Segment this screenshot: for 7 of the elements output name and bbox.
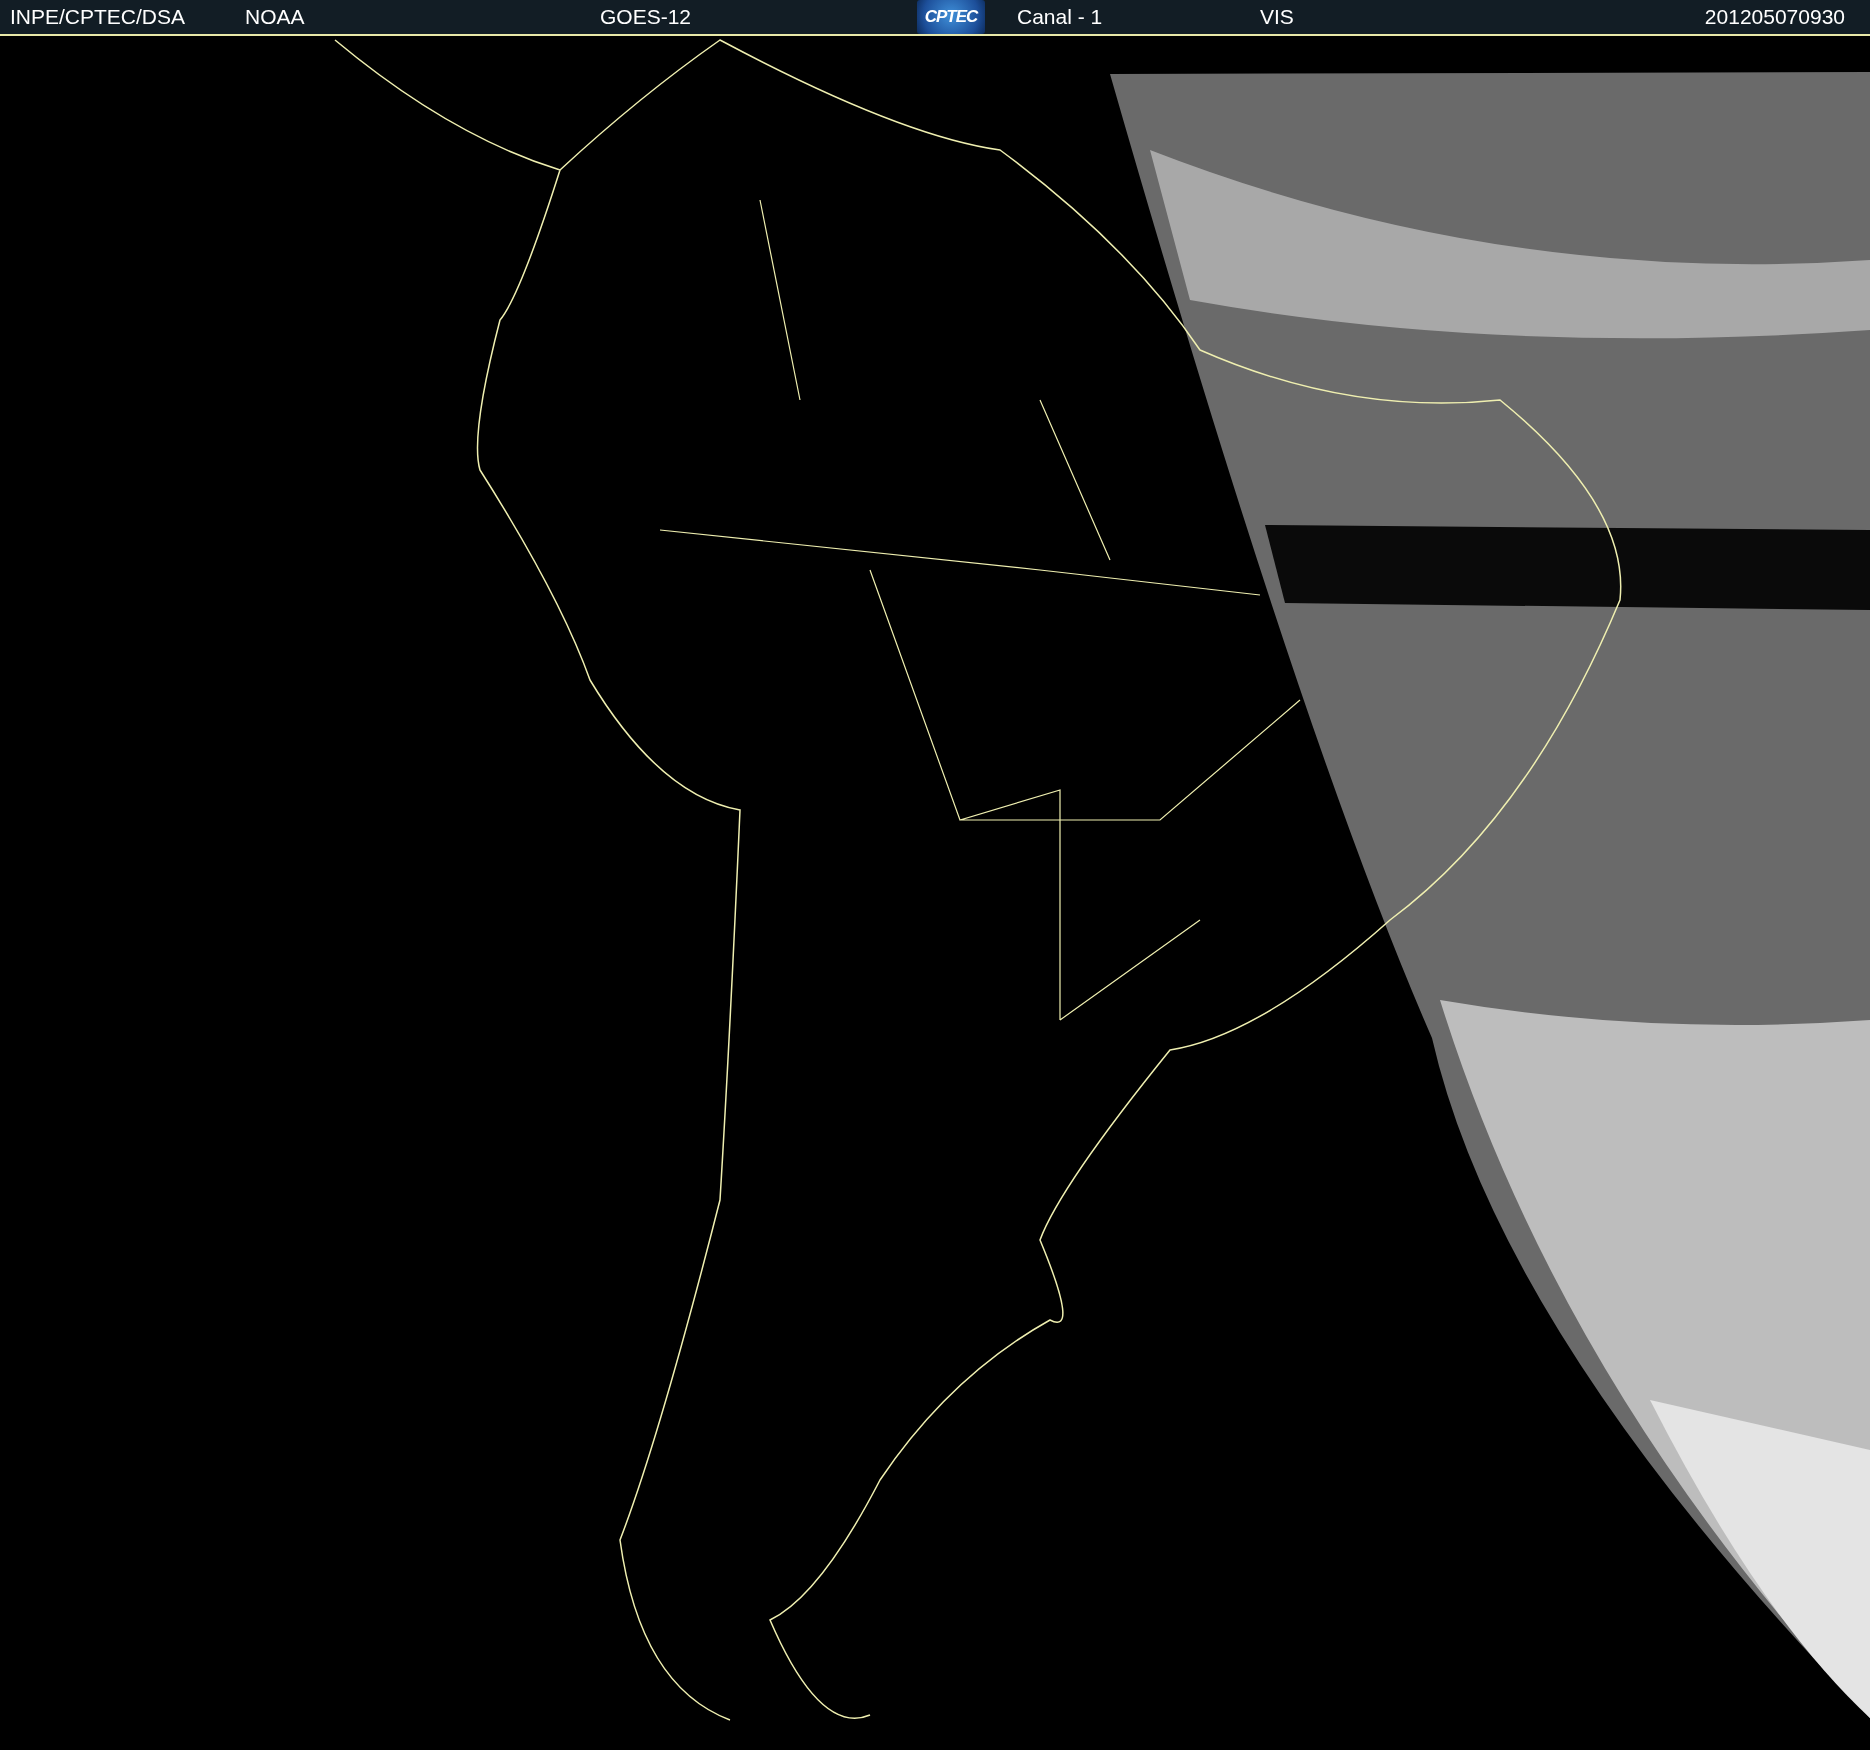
header-label: VIS bbox=[1260, 5, 1294, 29]
header-label: 201205070930 bbox=[1704, 5, 1845, 29]
header-label: NOAA bbox=[245, 5, 305, 29]
header-label: INPE/CPTEC/DSA bbox=[10, 5, 186, 29]
header-label: Canal - 1 bbox=[1017, 5, 1103, 29]
header-label: GOES-12 bbox=[600, 5, 692, 29]
logo: CPTEC bbox=[917, 0, 985, 34]
